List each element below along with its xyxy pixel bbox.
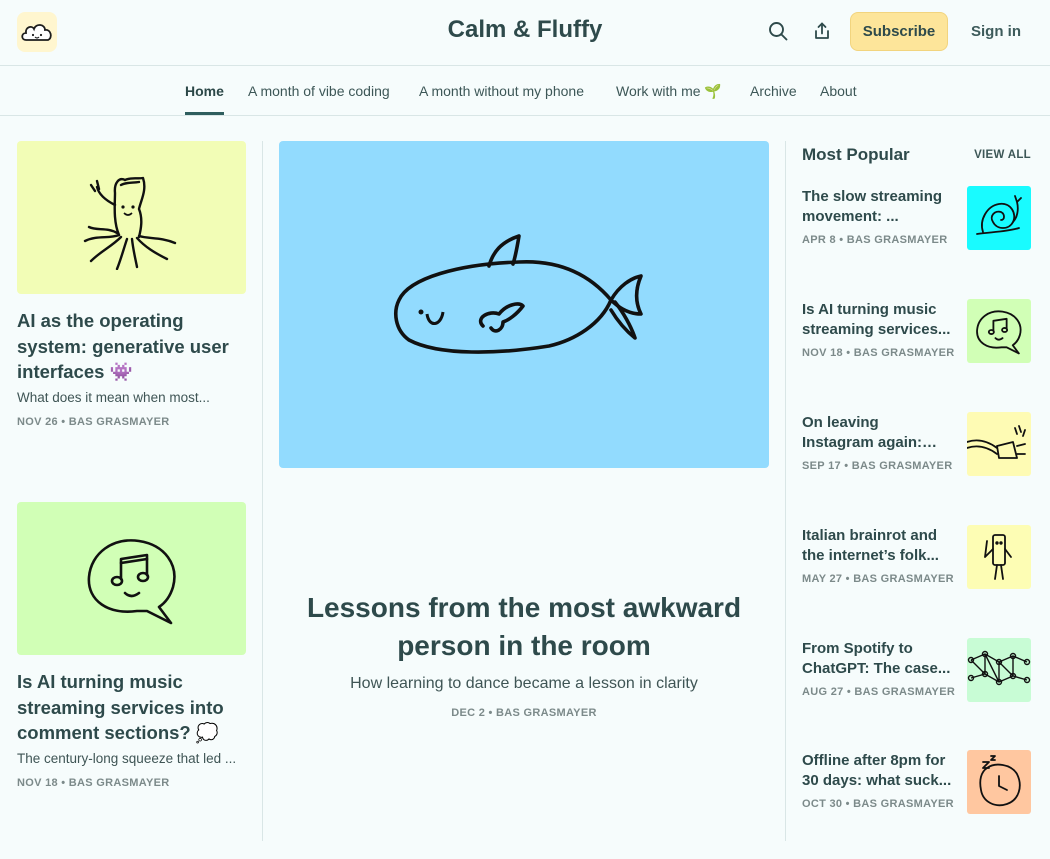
popular-post-thumbnail[interactable] — [967, 525, 1031, 589]
view-all-link[interactable]: VIEW ALL — [961, 149, 1031, 161]
stick-figure-icon — [984, 534, 1012, 580]
octopus-icon — [83, 176, 176, 270]
search-button[interactable] — [765, 18, 791, 44]
popular-post-meta: AUG 27 • BAS GRASMAYER — [802, 686, 956, 698]
most-popular-heading: Most Popular — [802, 145, 910, 164]
unplugged-cable-icon — [967, 425, 1026, 459]
sleeping-clock-icon — [979, 755, 1021, 807]
post-image[interactable] — [17, 141, 246, 294]
popular-post-thumbnail[interactable] — [967, 299, 1031, 363]
popular-post-title[interactable]: Italian brainrot and the internet’s folk… — [802, 526, 954, 566]
post-image[interactable] — [17, 502, 246, 655]
post-subtitle: The century-long squeeze that led ... — [17, 751, 237, 766]
hero-meta: DEC 2 • BAS GRASMAYER — [451, 707, 597, 719]
post-title[interactable]: Is AI turning music streaming services i… — [17, 669, 247, 746]
music-speech-bubble-icon — [976, 310, 1022, 355]
popular-post-title[interactable]: Is AI turning music streaming services..… — [802, 300, 954, 340]
post-meta: NOV 18 • BAS GRASMAYER — [17, 777, 170, 789]
subscribe-button[interactable]: Subscribe — [850, 12, 948, 51]
popular-post-thumbnail[interactable] — [967, 186, 1031, 250]
hero-subtitle: How learning to dance became a lesson in… — [350, 675, 698, 692]
popular-post-meta: OCT 30 • BAS GRASMAYER — [802, 798, 954, 810]
popular-post-thumbnail[interactable] — [967, 638, 1031, 702]
popular-post-meta: APR 8 • BAS GRASMAYER — [802, 234, 948, 246]
sign-in-button[interactable]: Sign in — [964, 12, 1028, 51]
nav-month-without-phone[interactable]: A month without my phone — [419, 83, 584, 99]
post-meta: NOV 26 • BAS GRASMAYER — [17, 416, 170, 428]
popular-post-thumbnail[interactable] — [967, 750, 1031, 814]
popular-post-meta: NOV 18 • BAS GRASMAYER — [802, 347, 955, 359]
post-title[interactable]: AI as the operating system: generative u… — [17, 308, 247, 385]
main-nav: Home A month of vibe coding A month with… — [0, 67, 1050, 116]
snail-icon — [976, 195, 1022, 235]
nav-month-of-vibe-coding[interactable]: A month of vibe coding — [248, 83, 390, 99]
network-graph-icon — [967, 650, 1031, 686]
column-divider-right — [785, 141, 786, 841]
nav-home[interactable]: Home — [185, 83, 224, 99]
post-subtitle: What does it mean when most... — [17, 390, 210, 405]
nav-archive[interactable]: Archive — [750, 83, 797, 99]
hero-image[interactable] — [279, 141, 769, 468]
popular-post-title[interactable]: Offline after 8pm for 30 days: what suck… — [802, 751, 954, 791]
hero-title[interactable]: Lessons from the most awkward person in … — [279, 589, 769, 665]
popular-post-title[interactable]: From Spotify to ChatGPT: The case... — [802, 639, 954, 679]
popular-post-thumbnail[interactable] — [967, 412, 1031, 476]
column-divider-left — [262, 141, 263, 841]
popular-post-meta: MAY 27 • BAS GRASMAYER — [802, 573, 954, 585]
share-icon — [815, 22, 829, 39]
popular-post-meta: SEP 17 • BAS GRASMAYER — [802, 460, 953, 472]
popular-post-title[interactable]: On leaving Instagram again: Why... — [802, 413, 954, 453]
top-bar: Calm & Fluffy Subscribe Sign in — [0, 0, 1050, 66]
nav-about[interactable]: About — [820, 83, 857, 99]
active-tab-indicator — [185, 112, 224, 115]
music-speech-bubble-icon — [87, 538, 176, 624]
popular-post-title[interactable]: The slow streaming movement: ... — [802, 187, 954, 227]
nav-work-with-me[interactable]: Work with me 🌱 — [616, 83, 722, 100]
whale-icon — [394, 233, 643, 354]
search-icon — [769, 22, 788, 41]
share-button[interactable] — [809, 18, 835, 44]
